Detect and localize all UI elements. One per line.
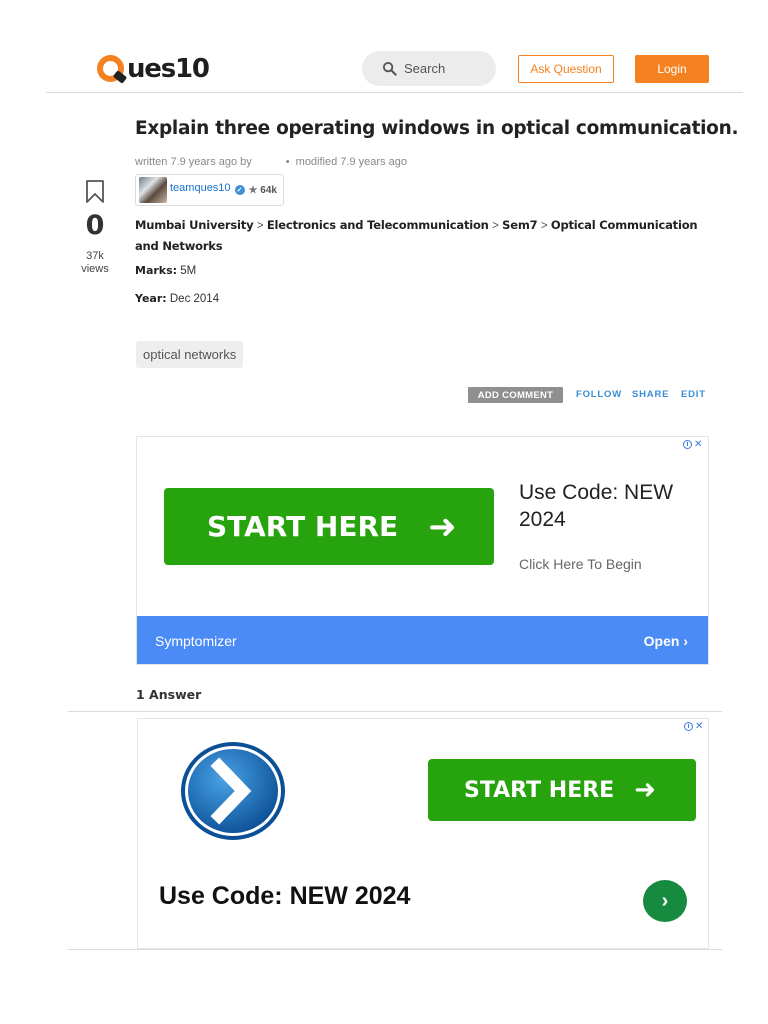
star-icon: ★ [248, 184, 258, 196]
marks-label: Marks: [135, 264, 178, 277]
advertisement-banner[interactable]: i ✕ START HERE ➜ Use Code: NEW 2024 Clic… [136, 436, 709, 665]
modified-text[interactable]: modified 7.9 years ago [296, 156, 407, 168]
chevron-right-icon: › [683, 633, 688, 649]
answers-count: 1 Answer [136, 687, 202, 702]
search-input[interactable] [404, 61, 494, 76]
ad-go-button[interactable]: › [643, 880, 687, 922]
ask-question-button[interactable]: Ask Question [518, 55, 614, 83]
year-value: Dec 2014 [169, 293, 220, 305]
share-link[interactable]: SHARE [632, 389, 669, 400]
ad-start-button-2[interactable]: START HERE ➜ [428, 759, 696, 821]
search-icon [382, 61, 397, 76]
year-label: Year: [135, 292, 167, 305]
ad-choices[interactable]: i ✕ [683, 439, 702, 450]
views-count: 37k [86, 250, 104, 262]
header-divider [46, 92, 743, 93]
written-text: written 7.9 years ago by [135, 156, 252, 168]
meta-separator-dot: • [285, 156, 290, 168]
logo-q-mark [97, 54, 128, 84]
ad-open-button[interactable]: Open › [644, 633, 688, 649]
marks-value: 5M [180, 265, 197, 277]
follow-link[interactable]: FOLLOW [576, 389, 622, 400]
vote-column: 0 37k views [78, 180, 112, 275]
avatar[interactable] [139, 177, 167, 203]
breadcrumb-separator: > [540, 220, 548, 232]
bookmark-icon[interactable] [85, 180, 105, 204]
ad-info-icon[interactable]: i [684, 722, 693, 731]
question-meta: written 7.9 years ago by • modified 7.9 ye… [135, 156, 407, 168]
breadcrumb-university[interactable]: Mumbai University [135, 218, 254, 232]
logo-text: ues10 [127, 54, 210, 84]
views-label: views [81, 263, 109, 275]
ad-footer-bar[interactable]: Symptomizer Open › [137, 616, 708, 664]
search-box[interactable] [362, 51, 496, 86]
breadcrumb: Mumbai University > Electronics and Tele… [135, 215, 705, 256]
question-title: Explain three operating windows in optic… [135, 118, 739, 139]
ad-subtext[interactable]: Click Here To Begin [519, 556, 642, 572]
ad-start-button[interactable]: START HERE ➜ [164, 488, 494, 565]
year-field: Year: Dec 2014 [135, 292, 219, 305]
reputation: ★ 64k [249, 185, 277, 196]
breadcrumb-separator: > [492, 220, 499, 232]
ad-headline: Use Code: NEW 2024 [519, 481, 674, 531]
edit-link[interactable]: EDIT [681, 389, 706, 400]
marks-field: Marks: 5M [135, 264, 196, 277]
chevron-right-icon: › [661, 889, 669, 912]
answers-divider [68, 711, 722, 712]
site-logo[interactable]: ues10 [97, 52, 210, 86]
author-card[interactable]: teamques10 ✓ ★ 64k [135, 174, 284, 206]
add-comment-button[interactable]: ADD COMMENT [468, 387, 563, 403]
ad-start-label: START HERE [207, 510, 399, 543]
ad-close-icon[interactable]: ✕ [694, 439, 702, 450]
ad-choices-2[interactable]: i ✕ [684, 721, 703, 732]
breadcrumb-separator: > [256, 220, 264, 232]
bottom-divider [68, 949, 722, 950]
breadcrumb-branch[interactable]: Electronics and Telecommunication [267, 218, 489, 232]
verified-icon: ✓ [234, 185, 245, 195]
advertisement-banner-2[interactable]: i ✕ START HERE ➜ Use Code: NEW 2024 › [137, 718, 709, 949]
ad-open-label: Open [643, 633, 680, 649]
reputation-value: 64k [260, 184, 277, 196]
ad-headline-2: Use Code: NEW 2024 [159, 882, 411, 910]
login-button[interactable]: Login [635, 55, 709, 83]
author-name[interactable]: teamques10 [170, 182, 231, 194]
arrow-right-icon: ➜ [634, 775, 656, 805]
tag-optical-networks[interactable]: optical networks [136, 341, 244, 368]
breadcrumb-semester[interactable]: Sem7 [502, 218, 537, 232]
advertiser-logo-icon [181, 742, 285, 840]
ad-info-icon[interactable]: i [683, 440, 692, 449]
ad-advertiser: Symptomizer [155, 633, 237, 649]
vote-count: 0 [85, 210, 105, 241]
ad-close-icon[interactable]: ✕ [695, 721, 703, 732]
ad-start-label-2: START HERE [464, 777, 615, 803]
arrow-right-icon: ➜ [428, 506, 457, 547]
